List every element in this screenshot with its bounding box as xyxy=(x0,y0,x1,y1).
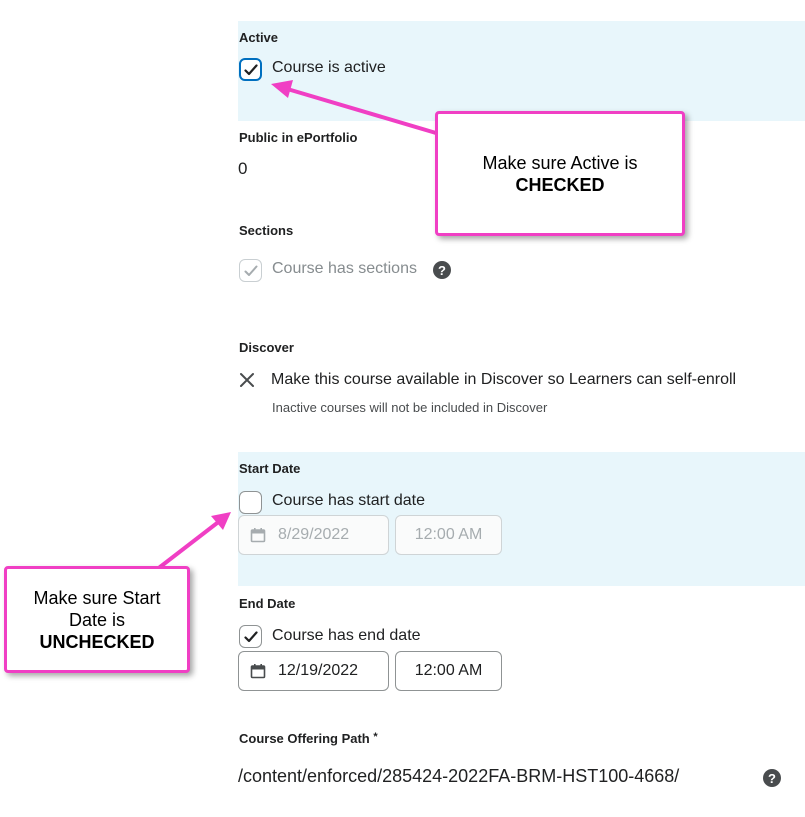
active-callout-line2: CHECKED xyxy=(515,174,605,195)
active-arrow xyxy=(271,80,438,135)
start-callout-line1: Make sure Start xyxy=(33,587,161,608)
start-callout-line2: Date is xyxy=(68,609,125,630)
start-callout-line3: UNCHECKED xyxy=(39,631,155,652)
active-callout-line1: Make sure Active is xyxy=(482,152,638,173)
active-callout: Make sure Active is CHECKED xyxy=(435,111,685,236)
start-date-callout: Make sure Start Date is UNCHECKED xyxy=(4,566,190,673)
start-date-arrow xyxy=(158,512,231,569)
